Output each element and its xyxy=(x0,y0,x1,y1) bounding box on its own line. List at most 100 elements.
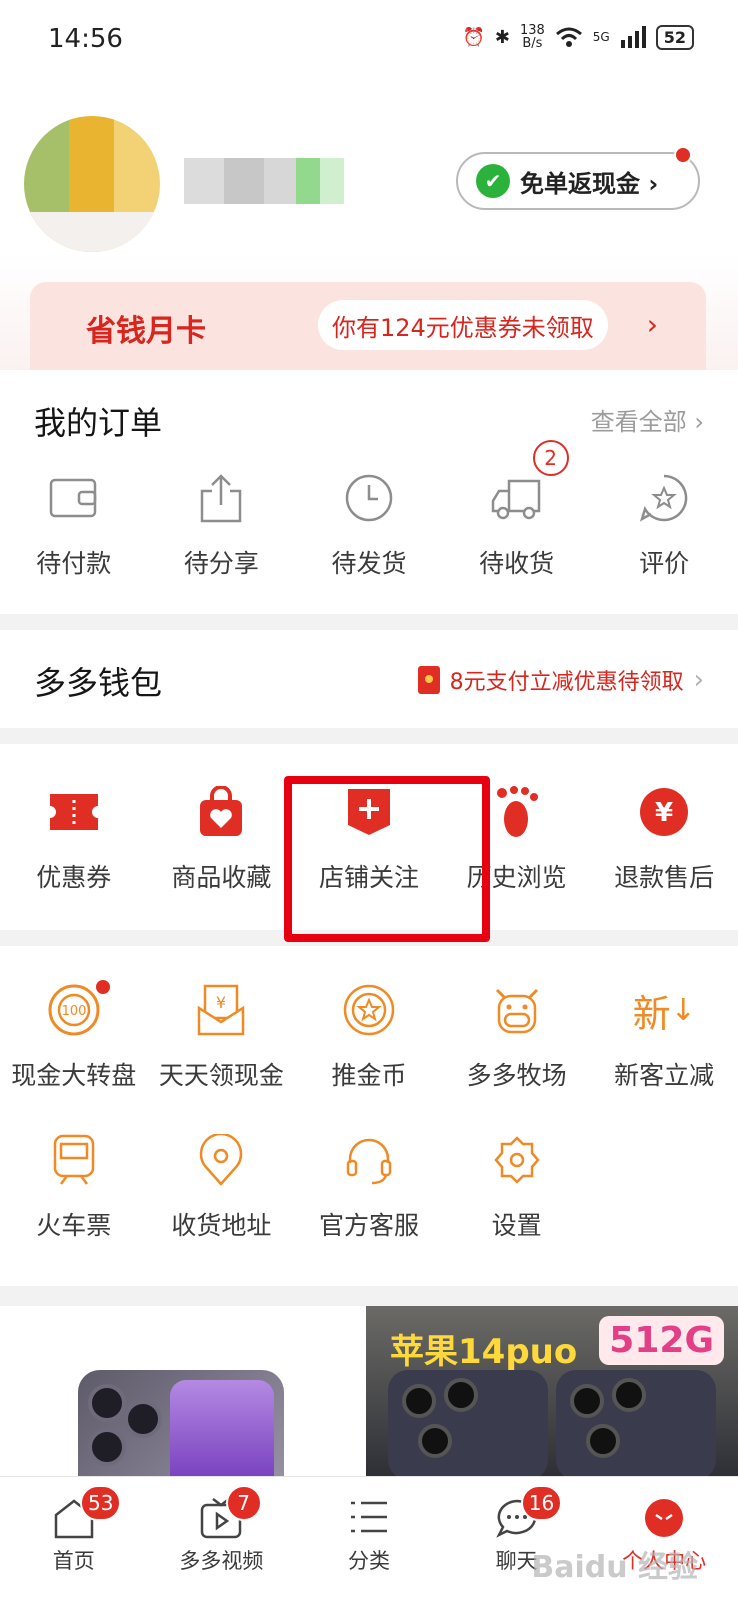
tab-label: 首页 xyxy=(52,1549,95,1573)
service-coin-pusher[interactable]: 推金币 xyxy=(295,982,443,1092)
camera-lens xyxy=(88,1384,126,1422)
tab-videos[interactable]: 7 多多视频 xyxy=(148,1477,296,1600)
shortcut-coupons[interactable]: 优惠券 xyxy=(0,784,148,894)
wallet-section[interactable]: 多多钱包 8元支付立减优惠待领取 › xyxy=(0,630,738,728)
network-type: 5G xyxy=(592,30,610,44)
order-status-label: 待收货 xyxy=(479,549,555,578)
order-status-grid: 待付款 待分享 待发货 2 待收货 评价 xyxy=(0,440,738,580)
camera-lens xyxy=(586,1424,620,1458)
new-glyph: 新 xyxy=(632,991,671,1036)
shortcut-label: 优惠券 xyxy=(36,863,112,892)
status-bar: 14:56 ⏰ ✱ 138 B/s 5G 52 xyxy=(0,0,738,80)
share-icon xyxy=(193,470,249,526)
camera-lens xyxy=(124,1400,162,1438)
username-blurred xyxy=(184,158,344,204)
wallet-promo-text: 8元支付立减优惠待领取 xyxy=(449,670,684,695)
wallet-title: 多多钱包 xyxy=(34,664,163,702)
tab-categories[interactable]: 分类 xyxy=(295,1477,443,1600)
signal-icon xyxy=(620,26,646,48)
headset-icon xyxy=(341,1132,397,1188)
coupon-promo: 你有124元优惠券未领取 xyxy=(318,300,608,350)
service-label: 推金币 xyxy=(331,1061,407,1090)
battery-indicator: 52 xyxy=(655,24,694,50)
product-image-phone xyxy=(556,1370,716,1476)
month-card-title: 省钱月卡 xyxy=(86,314,206,349)
service-train-tickets[interactable]: 火车票 xyxy=(0,1132,148,1242)
new-discount-icon: 新 ↓ xyxy=(632,982,696,1038)
shortcut-label: 退款售后 xyxy=(614,863,715,892)
service-label: 官方客服 xyxy=(318,1211,419,1240)
svg-text:¥: ¥ xyxy=(216,993,226,1012)
savings-month-card[interactable]: 省钱月卡 你有124元优惠券未领取 › xyxy=(30,282,706,370)
service-label: 设置 xyxy=(491,1211,542,1240)
status-icons: ⏰ ✱ 138 B/s 5G 52 xyxy=(462,24,694,50)
service-daily-cash[interactable]: ¥ 天天领现金 xyxy=(148,982,296,1092)
view-all-orders-link[interactable]: 查看全部 › xyxy=(591,402,704,437)
ad-storage-tag: 512G xyxy=(599,1316,724,1365)
bluetooth-icon: ✱ xyxy=(494,26,510,48)
status-time: 14:56 xyxy=(48,24,123,54)
order-review[interactable]: 评价 xyxy=(590,470,738,580)
tab-badge: 7 xyxy=(225,1485,262,1521)
watermark: Baidu 经验 xyxy=(531,1550,698,1585)
order-status-label: 待分享 xyxy=(183,549,259,578)
new-activity-dot xyxy=(94,978,112,996)
service-farm[interactable]: 多多牧场 xyxy=(443,982,591,1092)
cash-envelope-icon: ¥ xyxy=(193,982,249,1038)
service-label: 火车票 xyxy=(36,1211,112,1240)
order-pending-receipt[interactable]: 2 待收货 xyxy=(443,440,591,580)
shortcut-label: 商品收藏 xyxy=(171,863,272,892)
red-packet-icon xyxy=(417,666,440,694)
wifi-icon xyxy=(555,27,582,47)
product-ad-banner[interactable]: 苹果14puo 512G xyxy=(366,1306,738,1476)
clock-icon xyxy=(341,470,397,526)
profile-icon xyxy=(645,1499,684,1537)
chevron-right-icon: › xyxy=(646,308,658,341)
cow-icon xyxy=(489,982,545,1038)
highlight-annotation xyxy=(284,776,490,942)
order-pending-payment[interactable]: 待付款 xyxy=(0,470,148,580)
arrow-down-icon: ↓ xyxy=(670,992,696,1028)
product-image-phone[interactable] xyxy=(78,1370,284,1476)
camera-lens xyxy=(570,1384,604,1418)
shortcut-refunds[interactable]: ¥ 退款售后 xyxy=(590,784,738,894)
order-pending-shipment[interactable]: 待发货 xyxy=(295,470,443,580)
wallet-promo[interactable]: 8元支付立减优惠待领取 › xyxy=(417,664,704,696)
order-pending-share[interactable]: 待分享 xyxy=(148,470,296,580)
category-icon xyxy=(350,1501,387,1533)
bag-heart-icon xyxy=(193,784,249,840)
tab-label: 分类 xyxy=(347,1549,390,1573)
cashback-label: 免单返现金 › xyxy=(520,169,659,198)
wheel-icon: 100 xyxy=(46,982,102,1038)
service-label: 收货地址 xyxy=(171,1211,272,1240)
svg-text:¥: ¥ xyxy=(655,798,673,828)
truck-icon: 2 xyxy=(489,440,569,526)
alarm-icon: ⏰ xyxy=(462,26,485,48)
service-settings[interactable]: 设置 xyxy=(443,1132,591,1242)
camera-lens xyxy=(402,1384,436,1418)
coupon-icon xyxy=(46,784,102,840)
camera-lens xyxy=(418,1424,452,1458)
service-shipping-address[interactable]: 收货地址 xyxy=(148,1132,296,1242)
camera-lens xyxy=(612,1378,646,1412)
coin-icon xyxy=(341,982,397,1038)
chevron-right-icon: › xyxy=(693,665,704,695)
wechat-icon: ✔ xyxy=(476,164,510,198)
services-row-1: 100 现金大转盘 ¥ 天天领现金 推金币 多多牧场 新 ↓ 新客立减 xyxy=(0,978,738,1092)
service-label: 现金大转盘 xyxy=(11,1061,137,1090)
refund-icon: ¥ xyxy=(636,784,692,840)
order-count-badge: 2 xyxy=(532,440,569,476)
service-new-user-discount[interactable]: 新 ↓ 新客立减 xyxy=(590,982,738,1092)
service-label: 多多牧场 xyxy=(466,1061,567,1090)
tab-home[interactable]: 53 首页 xyxy=(0,1477,148,1600)
avatar[interactable] xyxy=(24,116,160,252)
service-customer-support[interactable]: 官方客服 xyxy=(295,1132,443,1242)
cashback-button[interactable]: ✔ 免单返现金 › xyxy=(456,152,700,210)
shortcut-favorites[interactable]: 商品收藏 xyxy=(148,784,296,894)
service-cash-wheel[interactable]: 100 现金大转盘 xyxy=(0,978,148,1092)
tab-badge: 16 xyxy=(520,1485,563,1521)
profile-header: ✔ 免单返现金 › 省钱月卡 你有124元优惠券未领取 › xyxy=(0,80,738,370)
service-label: 新客立减 xyxy=(614,1061,715,1090)
svg-text:100: 100 xyxy=(61,1004,86,1019)
product-recommendations: 苹果14puo 512G xyxy=(0,1306,738,1476)
